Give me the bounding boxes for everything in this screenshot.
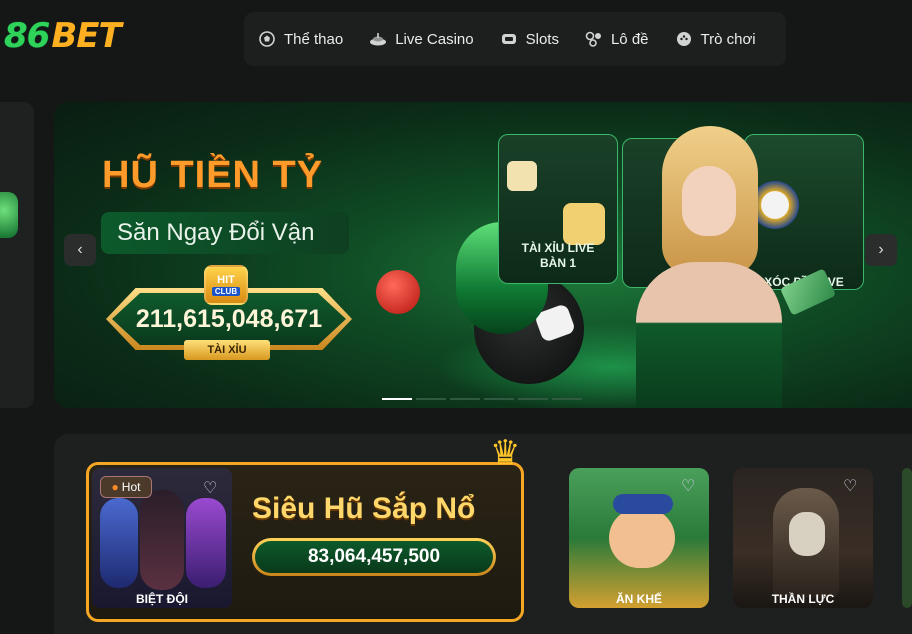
crown-icon: ♛ bbox=[490, 434, 521, 472]
gamepad-icon bbox=[675, 30, 693, 48]
nav-label: Slots bbox=[525, 30, 559, 48]
carousel-next-button[interactable]: › bbox=[865, 234, 897, 266]
chevron-left-icon: ‹ bbox=[77, 241, 83, 258]
dice-icon bbox=[563, 203, 605, 245]
nav-item-slots[interactable]: Slots bbox=[500, 30, 559, 48]
carousel-dot[interactable] bbox=[450, 398, 480, 400]
carousel-prev-button[interactable]: ‹ bbox=[64, 234, 96, 266]
nav-item-tro-choi[interactable]: Trò chơi bbox=[675, 30, 756, 48]
logo[interactable]: 86 BET bbox=[4, 14, 122, 58]
chevron-right-icon: › bbox=[878, 241, 884, 258]
hit-club-logo-sub: CLUB bbox=[211, 287, 241, 296]
main-nav: Thể thao Live Casino Slots Lô đề Trò chơ… bbox=[244, 12, 786, 66]
nav-item-lo-de[interactable]: Lô đề bbox=[585, 30, 649, 48]
roulette-icon bbox=[369, 30, 387, 48]
nav-label: Live Casino bbox=[395, 30, 474, 48]
promo-jackpot-value: 83,064,457,500 bbox=[255, 541, 493, 573]
soccer-ball-icon bbox=[258, 30, 276, 48]
carousel-dot-active[interactable] bbox=[382, 398, 412, 400]
hero-banner[interactable]: TÀI XỈU LIVE BÀN 1 XÓC ĐĨA LIVE BÀN 1 HŨ… bbox=[54, 102, 912, 408]
game-tile-an-khe[interactable]: ♡ ĂN KHẾ bbox=[569, 468, 709, 608]
banner-subtitle: Săn Ngay Đổi Vận bbox=[101, 212, 349, 254]
nav-label: Trò chơi bbox=[700, 30, 756, 48]
game-tile-next-peek[interactable] bbox=[902, 468, 912, 608]
game-card-tai-xiu[interactable]: TÀI XỈU LIVE BÀN 1 bbox=[498, 134, 618, 284]
carousel-indicators bbox=[382, 398, 582, 400]
carousel-dot[interactable] bbox=[552, 398, 582, 400]
red-chip-decoration bbox=[376, 270, 420, 314]
promo-title: Siêu Hũ Sắp Nổ bbox=[252, 492, 476, 525]
dice-icon bbox=[507, 161, 537, 191]
game-tile-than-luc[interactable]: ♡ THẦN LỰC bbox=[733, 468, 873, 608]
nav-label: Thể thao bbox=[284, 30, 344, 48]
logo-number: 86 bbox=[4, 16, 50, 56]
nav-item-the-thao[interactable]: Thể thao bbox=[258, 30, 343, 48]
hit-club-logo-text: HIT bbox=[217, 274, 235, 286]
game-name: THẦN LỰC bbox=[771, 592, 835, 606]
previous-banner-peek[interactable] bbox=[0, 102, 34, 408]
dealer-image bbox=[632, 126, 782, 408]
carousel-dot[interactable] bbox=[518, 398, 548, 400]
carousel-dot[interactable] bbox=[484, 398, 514, 400]
slot-machine-icon bbox=[500, 30, 518, 48]
logo-text: BET bbox=[51, 16, 121, 56]
favorite-heart-icon[interactable]: ♡ bbox=[681, 476, 695, 496]
favorite-heart-icon[interactable]: ♡ bbox=[203, 478, 217, 498]
lottery-balls-icon bbox=[585, 30, 603, 48]
top-bar: 86 BET Thể thao Live Casino Slots Lô đề … bbox=[0, 0, 912, 78]
favorite-heart-icon[interactable]: ♡ bbox=[843, 476, 857, 496]
promo-game-name: BIỆT ĐỘI bbox=[135, 592, 188, 606]
promo-jackpot: 83,064,457,500 bbox=[252, 538, 496, 576]
nav-item-live-casino[interactable]: Live Casino bbox=[369, 30, 474, 48]
hit-club-logo: HIT CLUB bbox=[204, 265, 248, 305]
hot-badge: ● Hot bbox=[100, 476, 152, 498]
game-card-caption: TÀI XỈU LIVE BÀN 1 bbox=[521, 241, 595, 270]
hot-badge-label: Hot bbox=[121, 480, 141, 494]
nav-label: Lô đề bbox=[610, 30, 649, 48]
jackpot-tag: TÀI XỈU bbox=[184, 340, 270, 360]
fire-icon: ● bbox=[111, 480, 119, 494]
banner-title: HŨ TIỀN TỶ bbox=[102, 154, 324, 196]
game-name: ĂN KHẾ bbox=[615, 592, 662, 606]
carousel-dot[interactable] bbox=[416, 398, 446, 400]
